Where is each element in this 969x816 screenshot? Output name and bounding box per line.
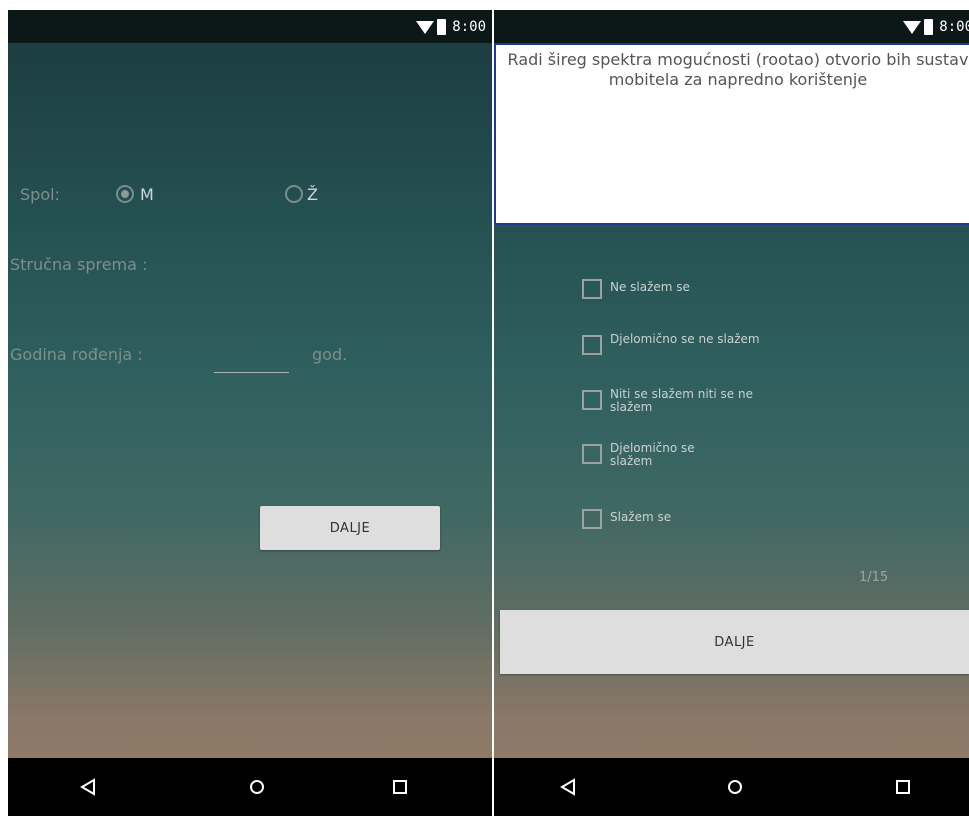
birth-year-label: Godina rođenja : (10, 345, 143, 364)
status-bar: 8:00 (8, 10, 492, 43)
question-text: Radi šireg spektra mogućnosti (rootao) o… (507, 50, 969, 89)
phone-screen-right: 8:00 Radi šireg spektra mogućnosti (root… (494, 10, 969, 816)
clock: 8:00 (452, 19, 486, 35)
home-icon[interactable] (723, 775, 747, 799)
recent-apps-icon[interactable] (891, 775, 915, 799)
year-unit-label: god. (312, 345, 348, 364)
radio-female[interactable] (285, 185, 303, 203)
progress-indicator: 1/15 (859, 570, 889, 585)
battery-icon (924, 19, 934, 35)
recent-apps-icon[interactable] (388, 775, 412, 799)
navigation-bar (8, 758, 492, 816)
next-button-left[interactable]: DALJE (260, 506, 440, 550)
checkbox[interactable] (582, 509, 602, 529)
back-icon[interactable] (556, 775, 580, 799)
battery-icon (437, 19, 447, 35)
navigation-bar (494, 758, 969, 816)
wifi-icon (416, 20, 435, 34)
option-niti-se-slazem-niti-se-ne-slazem[interactable]: Niti se slažem niti se ne slažem (582, 388, 790, 414)
back-icon[interactable] (76, 775, 100, 799)
status-bar: 8:00 (494, 10, 969, 43)
option-label: Slažem se (610, 510, 672, 524)
wifi-icon (903, 20, 922, 34)
option-slazem-se[interactable]: Slažem se (582, 507, 790, 529)
option-djelomicno-se-ne-slazem[interactable]: Djelomično se ne slažem (582, 333, 760, 355)
education-label: Stručna sprema : (10, 255, 148, 274)
option-ne-slazem-se[interactable]: Ne slažem se (582, 277, 790, 299)
next-button-right[interactable]: DALJE (500, 610, 969, 674)
home-icon[interactable] (245, 775, 269, 799)
option-label: Djelomično se ne slažem (610, 332, 760, 346)
radio-female-label: Ž (307, 185, 318, 204)
radio-male-label: M (140, 185, 154, 204)
question-card: Radi šireg spektra mogućnosti (rootao) o… (494, 43, 969, 225)
radio-male[interactable] (116, 185, 134, 203)
gender-label: Spol: (20, 185, 60, 204)
birth-year-input[interactable] (214, 348, 289, 370)
option-label: Niti se slažem niti se ne slažem (610, 387, 753, 414)
checkbox[interactable] (582, 390, 602, 410)
option-label: Ne slažem se (610, 280, 690, 294)
checkbox[interactable] (582, 279, 602, 299)
phone-screen-left: 8:00 Spol: M Ž Stručna sprema : Godina r… (8, 10, 492, 816)
clock: 8:00 (939, 19, 969, 35)
birth-year-underline (214, 372, 289, 373)
option-label: Djelomično se slažem (610, 441, 695, 468)
option-djelomicno-se-slazem[interactable]: Djelomično se slažem (582, 442, 720, 468)
checkbox[interactable] (582, 444, 602, 464)
checkbox[interactable] (582, 335, 602, 355)
